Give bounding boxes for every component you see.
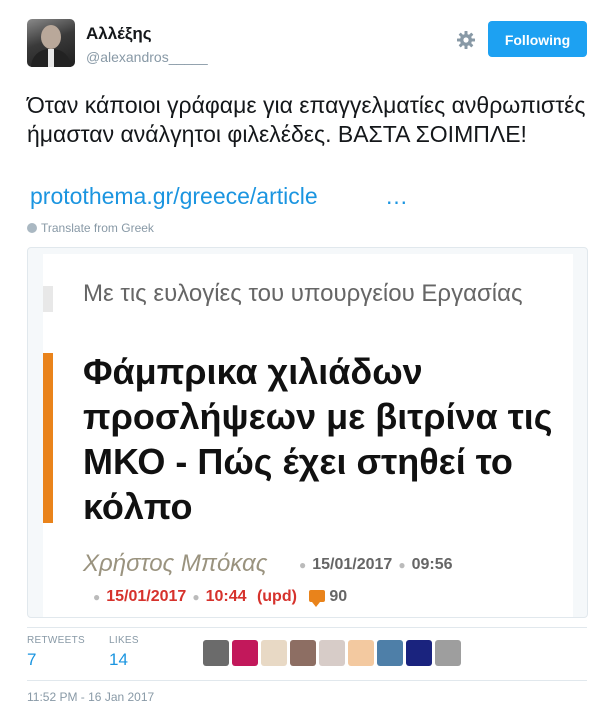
article-updated-date: 15/01/2017 [106, 588, 187, 605]
article-author: Χρήστος Μπόκας [83, 550, 268, 577]
tweet-link-ellipsis[interactable]: … [385, 183, 408, 210]
tweet-timestamp[interactable]: 11:52 PM - 16 Jan 2017 [27, 690, 154, 704]
article-update-line: ● 15/01/2017 ● 10:44 (upd) 90 [93, 588, 348, 607]
retweets-label[interactable]: RETWEETS [27, 635, 85, 646]
liker-avatars [203, 640, 461, 666]
bullet-icon: ● [299, 558, 307, 572]
liker-avatar[interactable] [377, 640, 403, 666]
tweet-text: Όταν κάποιοι γράφαμε για επαγγελματίες α… [27, 92, 586, 147]
article-updated-label: (upd) [256, 588, 297, 605]
comment-count: 90 [329, 588, 348, 605]
article-date: 15/01/2017 [312, 556, 393, 573]
article-time: 09:56 [411, 556, 453, 573]
globe-icon [27, 223, 37, 233]
headline-accent-bar [43, 353, 53, 523]
article-subtitle: Με τις ευλογίες του υπουργείου Εργασίας [83, 280, 523, 307]
subtitle-accent-bar [43, 286, 53, 312]
liker-avatar[interactable] [203, 640, 229, 666]
card-image: Με τις ευλογίες του υπουργείου Εργασίας … [43, 254, 573, 617]
comment-bubble-icon [309, 590, 326, 607]
bullet-icon: ● [93, 590, 101, 604]
bullet-icon: ● [192, 590, 200, 604]
stats-divider-bottom [27, 680, 587, 681]
likes-count[interactable]: 14 [109, 650, 128, 670]
user-handle[interactable]: @alexandros_____ [86, 49, 208, 65]
liker-avatar[interactable] [406, 640, 432, 666]
likes-label[interactable]: LIKES [109, 635, 139, 646]
article-headline: Φάμπρικα χιλιάδων προσλήψεων με βιτρίνα … [83, 351, 553, 527]
liker-avatar[interactable] [261, 640, 287, 666]
liker-avatar[interactable] [435, 640, 461, 666]
liker-avatar[interactable] [290, 640, 316, 666]
avatar-head [41, 25, 61, 49]
retweets-count[interactable]: 7 [27, 650, 36, 670]
link-preview-card[interactable]: Με τις ευλογίες του υπουργείου Εργασίας … [27, 247, 588, 618]
gear-icon[interactable] [456, 30, 476, 50]
liker-avatar[interactable] [348, 640, 374, 666]
bullet-icon: ● [398, 558, 406, 572]
user-avatar[interactable] [27, 19, 75, 67]
tweet-link[interactable]: protothema.gr/greece/article [30, 183, 318, 210]
translate-label: Translate from Greek [41, 221, 154, 235]
following-button[interactable]: Following [488, 21, 587, 57]
article-updated-time: 10:44 [205, 588, 247, 605]
liker-avatar[interactable] [319, 640, 345, 666]
article-date-line: ● 15/01/2017 ● 09:56 [293, 556, 453, 574]
liker-avatar[interactable] [232, 640, 258, 666]
translate-link[interactable]: Translate from Greek [27, 221, 154, 235]
stats-divider-top [27, 627, 587, 628]
avatar-tie [48, 49, 54, 67]
user-display-name[interactable]: Αλλέξης [86, 24, 152, 44]
